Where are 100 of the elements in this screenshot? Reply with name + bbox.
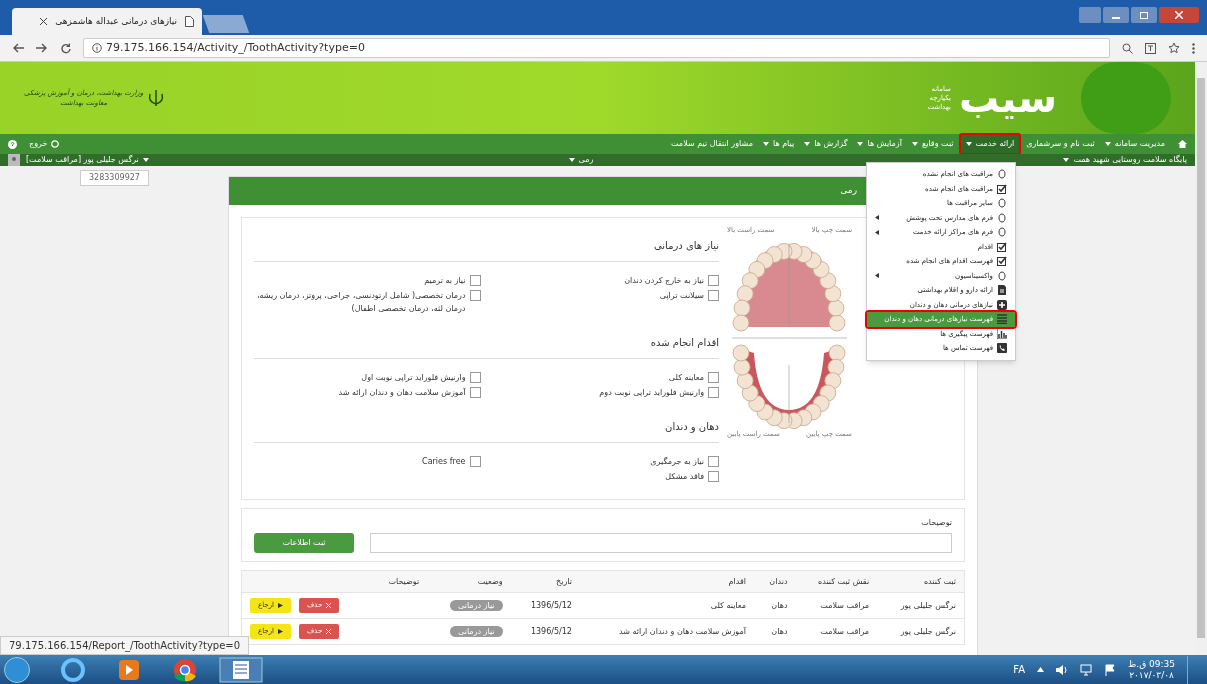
caret-icon (142, 158, 149, 162)
arrow-icon (277, 603, 283, 608)
caret-up-icon[interactable] (1037, 667, 1045, 672)
column-header: توضیحات (370, 570, 428, 593)
context-menu-item[interactable]: رمی (568, 154, 594, 166)
forward-icon[interactable] (36, 43, 48, 53)
checkbox-label: فاقد مشکل (665, 471, 704, 483)
caret-icon (965, 142, 972, 146)
checkbox[interactable] (708, 290, 719, 301)
power-icon (51, 140, 60, 148)
checkbox-icon (997, 183, 1007, 194)
caret-icon (804, 142, 811, 146)
nav-menu-item[interactable]: مدیریت سامانه (1099, 135, 1170, 153)
submenu-arrow-icon (875, 273, 879, 279)
network-icon[interactable] (1080, 663, 1093, 676)
column-header: دندان (753, 570, 796, 593)
document-app-icon[interactable] (216, 656, 266, 683)
bar-chart-icon (997, 328, 1007, 339)
translate-icon[interactable] (1145, 42, 1156, 54)
info-icon (92, 43, 102, 53)
clock-date: ۲۰۱۷/۰۳/۰۸ (1129, 669, 1174, 681)
column-header: تاریخ (510, 570, 580, 593)
user-menu[interactable]: نرگس جلیلی پور [مراقب سلامت] (26, 154, 149, 166)
emblem-icon (147, 88, 166, 108)
checkbox-label: آموزش سلامت دهان و دندان ارائه شد (338, 387, 466, 399)
nav-menu-item[interactable]: ثبت نام و سرشماری (1021, 135, 1100, 153)
checkbox-label: نیاز به ترمیم (424, 275, 466, 287)
arrow-icon (277, 629, 283, 634)
caret-icon (911, 142, 918, 146)
checkbox-label: وارنیش فلوراید تراپی نوبت اول (361, 372, 466, 384)
submenu-arrow-icon (875, 229, 879, 235)
nav-menu-item[interactable]: گزارش ها (799, 135, 853, 153)
checkbox-label: معاینه کلی (668, 372, 704, 384)
section-title: اقدام انجام شده (649, 336, 719, 350)
help-icon[interactable] (8, 139, 17, 149)
column-header: وضعیت (427, 570, 511, 593)
start-button[interactable] (4, 656, 30, 683)
status-badge: نیاز درمانی (450, 599, 503, 611)
home-icon[interactable] (1178, 140, 1187, 148)
checkbox[interactable] (469, 372, 481, 383)
caret-icon (1063, 158, 1070, 162)
notes-label: توضیحات (920, 517, 952, 529)
nav-menu-item[interactable]: پیام ها (757, 135, 800, 153)
language-indicator[interactable]: FA (1013, 662, 1026, 677)
table-cell: 1396/5/12 (510, 618, 580, 645)
close-icon[interactable] (40, 18, 48, 25)
table-cell: نرگس جلیلی پور (877, 618, 965, 645)
close-icon (326, 603, 332, 608)
panel-title: رمی (840, 184, 857, 198)
flag-icon[interactable] (1104, 663, 1117, 676)
maximize-button[interactable] (1131, 7, 1157, 23)
checkbox-label: سیلانت تراپی (659, 290, 704, 302)
checkbox[interactable] (708, 387, 719, 398)
column-header: ثبت کننده (877, 570, 965, 593)
section-title: نیاز های درمانی (653, 239, 719, 253)
checkbox[interactable] (469, 275, 481, 286)
volume-icon[interactable] (1056, 663, 1069, 676)
back-icon[interactable] (12, 43, 24, 53)
nav-menu-item[interactable]: ارائه خدمت (958, 133, 1022, 155)
user-code-tooltip: 3283309927 (80, 170, 149, 186)
nav-menu-item[interactable]: آزمایش ها (852, 135, 907, 153)
notes-field[interactable] (370, 533, 952, 553)
checkbox[interactable] (708, 471, 719, 482)
list-icon (997, 314, 1007, 325)
table-cell: دهان (753, 592, 796, 619)
phone-icon (997, 343, 1007, 354)
checkbox-label: Caries free (422, 456, 466, 468)
minimize-icon (1112, 17, 1120, 19)
logout-link[interactable]: خروج (29, 138, 60, 150)
section-title: دهان و دندان (664, 420, 719, 434)
browser-tab[interactable]: نیازهای درمانی عبداله هاشمزهی (12, 8, 202, 35)
checkbox[interactable] (708, 456, 719, 467)
caret-icon (568, 158, 575, 162)
checkbox[interactable] (708, 275, 719, 286)
checkbox-label: وارنیش فلوراید تراپی نوبت دوم (599, 387, 704, 399)
star-icon[interactable] (1168, 42, 1180, 54)
plus-icon (997, 299, 1007, 310)
user-icon[interactable] (8, 154, 20, 166)
checkbox[interactable] (469, 456, 481, 467)
context-menu-item[interactable]: پایگاه سلامت روستایی شهید همت (1063, 154, 1187, 166)
checkbox[interactable] (469, 290, 481, 301)
reload-icon[interactable] (60, 42, 71, 54)
checkbox[interactable] (708, 372, 719, 383)
checkbox-icon (997, 256, 1007, 267)
checkbox-label: نیاز به خارج کردن دندان (624, 275, 704, 287)
zoom-icon[interactable] (1122, 42, 1133, 54)
address-field[interactable]: 79.175.166.154/Activity_/ToothActivity?type=0 (83, 38, 1110, 58)
nav-menu-item[interactable]: مشاور انتقال تیم سلامت (666, 135, 758, 153)
table-cell: 1396/5/12 (510, 592, 580, 619)
close-button[interactable] (1159, 7, 1199, 23)
more-icon[interactable] (1192, 42, 1195, 54)
nav-menu-item[interactable]: ثبت وقایع (906, 135, 959, 153)
column-header: اقدام (579, 570, 754, 593)
submit-button[interactable]: ثبت اطلاعات (254, 533, 354, 553)
minimize-button[interactable] (1103, 7, 1129, 23)
document-icon (185, 16, 194, 27)
table-cell: نرگس جلیلی پور (877, 592, 965, 619)
new-tab-button[interactable] (202, 15, 250, 33)
checkbox-icon (997, 241, 1007, 252)
checkbox[interactable] (469, 387, 481, 398)
